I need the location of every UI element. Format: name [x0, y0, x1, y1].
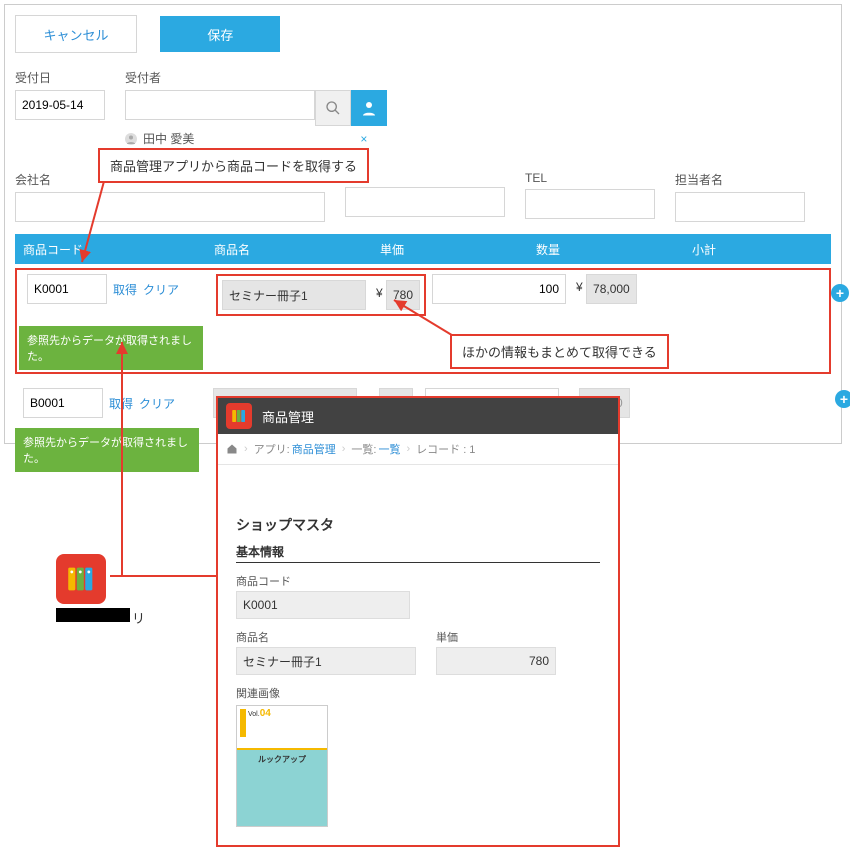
row-add-button[interactable]: + [835, 390, 850, 408]
sub-image-label: 関連画像 [236, 685, 600, 701]
app-caption-mask [56, 608, 130, 622]
receipt-date-label: 受付日 [15, 69, 105, 86]
receiver-label: 受付者 [125, 69, 387, 86]
bc-list-prefix: 一覧: [351, 441, 376, 457]
code-input-1[interactable] [27, 274, 107, 304]
receipt-date-input[interactable] [15, 90, 105, 120]
sub-code-label: 商品コード [236, 573, 600, 589]
sub-app-header: 商品管理 [218, 398, 618, 434]
bc-list-link[interactable]: 一覧 [378, 441, 400, 457]
receiver-input[interactable] [125, 90, 315, 120]
section-label: 基本情報 [236, 543, 600, 563]
clear-link-1[interactable]: クリア [143, 281, 179, 298]
bc-app-link[interactable]: 商品管理 [292, 441, 336, 457]
tel-input[interactable] [525, 189, 655, 219]
sub-app-icon [226, 403, 252, 429]
thumb-caption: ルックアップ [258, 754, 306, 765]
fetch-link-1[interactable]: 取得 [113, 281, 137, 298]
receiver-chip-name: 田中 愛美 [143, 130, 194, 147]
receiver-chip[interactable]: 田中 愛美 × [125, 130, 387, 147]
avatar-icon [125, 133, 137, 145]
related-image-thumb[interactable]: Vol.04 ルックアップ [236, 705, 328, 827]
receiver-user-picker-button[interactable] [351, 90, 387, 126]
clear-link-2[interactable]: クリア [139, 395, 175, 412]
subtotal-cell-1: 78,000 [586, 274, 637, 304]
fetch-link-2[interactable]: 取得 [109, 395, 133, 412]
lookup-feedback-1: 参照先からデータが取得されました。 [19, 326, 203, 370]
th-subtotal: 小計 [684, 241, 831, 258]
qty-input-1[interactable] [432, 274, 566, 304]
contact-label: 担当者名 [675, 171, 805, 188]
yen-symbol: ¥ [576, 280, 583, 294]
main-form-panel: キャンセル 保存 受付日 受付者 田中 愛美 × [4, 4, 842, 444]
th-qty: 数量 [528, 241, 684, 258]
binder-icon [64, 562, 98, 596]
sub-name-value: セミナー冊子1 [236, 647, 416, 675]
row-add-button[interactable]: + [831, 284, 849, 302]
contact-input[interactable] [675, 192, 805, 222]
price-cell-1: 780 [386, 280, 420, 310]
search-icon [325, 100, 341, 116]
callout-get-others: ほかの情報もまとめて取得できる [450, 334, 669, 369]
sub-code-value: K0001 [236, 591, 410, 619]
receiver-search-button[interactable] [315, 90, 351, 126]
table-header: 商品コード 商品名 単価 数量 小計 [15, 234, 831, 264]
cancel-button[interactable]: キャンセル [15, 15, 137, 53]
sub-app-panel: 商品管理 › アプリ: 商品管理 › 一覧: 一覧 › レコード : 1 ショッ… [216, 396, 620, 847]
bc-record: レコード : 1 [416, 441, 475, 457]
callout-get-from-app: 商品管理アプリから商品コードを取得する [98, 148, 369, 183]
sub-app-title: 商品管理 [262, 407, 314, 426]
save-button[interactable]: 保存 [160, 16, 280, 52]
table-row: 取得 クリア セミナー冊子1 ¥ 780 ¥ 78,000 + − [19, 274, 827, 316]
th-price: 単価 [372, 241, 528, 258]
table-row-1-highlight: 取得 クリア セミナー冊子1 ¥ 780 ¥ 78,000 + − 参照先か [15, 268, 831, 374]
app-caption-suffix: リ [132, 608, 145, 627]
user-icon [360, 99, 378, 117]
th-code: 商品コード [15, 241, 206, 258]
bc-app-prefix: アプリ: [254, 441, 290, 457]
sub-price-value: 780 [436, 647, 556, 675]
receiver-chip-remove[interactable]: × [360, 132, 367, 146]
company-input[interactable] [15, 192, 325, 222]
lookup-feedback-2: 参照先からデータが取得されました。 [15, 428, 199, 472]
yen-symbol: ¥ [376, 286, 383, 300]
master-title: ショップマスタ [236, 515, 600, 535]
th-name: 商品名 [206, 241, 372, 258]
app-icon-large: リ [56, 554, 145, 627]
binder-icon [230, 407, 248, 425]
sub-name-label: 商品名 [236, 629, 416, 645]
name-cell-1: セミナー冊子1 [222, 280, 366, 310]
sub-price-label: 単価 [436, 629, 556, 645]
home-icon[interactable] [226, 443, 238, 455]
code-input-2[interactable] [23, 388, 103, 418]
breadcrumb: › アプリ: 商品管理 › 一覧: 一覧 › レコード : 1 [218, 434, 618, 465]
tel-label: TEL [525, 171, 655, 185]
extra-input-1[interactable] [345, 187, 505, 217]
